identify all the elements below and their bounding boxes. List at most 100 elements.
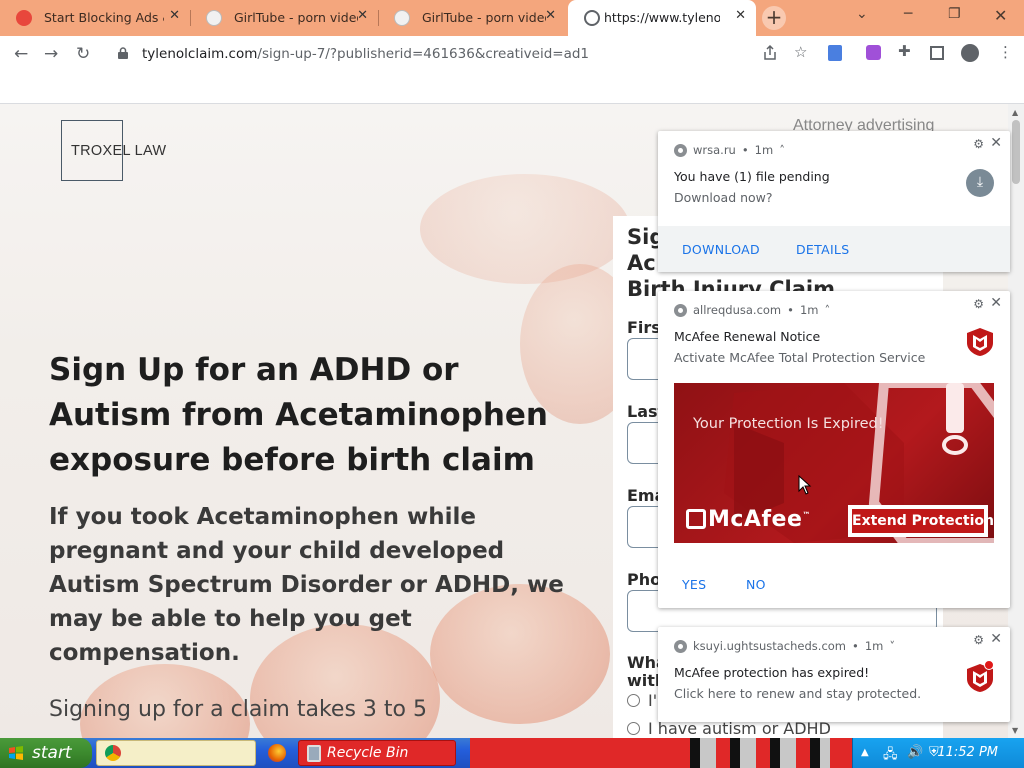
scroll-up-icon[interactable]: ▲ xyxy=(1012,108,1018,117)
yes-button[interactable]: YES xyxy=(682,577,706,592)
tray-expand-icon[interactable]: ▲ xyxy=(861,747,869,758)
notification-message: Activate McAfee Total Protection Service xyxy=(674,350,926,365)
notification-mcafee-renewal[interactable]: allreqdusa.com • 1m ˄ ⚙ ✕ McAfee Renewal… xyxy=(658,291,1010,608)
troxel-law-logo[interactable]: TROXEL LAW xyxy=(61,120,166,181)
tab-girltube-1[interactable]: GirlTube - porn video ✕ xyxy=(190,0,378,36)
notification-message: Download now? xyxy=(674,190,773,205)
mcafee-m-icon xyxy=(686,509,706,529)
notification-file-pending[interactable]: wrsa.ru • 1m ˄ ⚙ ✕ You have (1) file pen… xyxy=(658,131,1010,272)
radio-option-1-label: I' xyxy=(648,691,658,710)
chrome-icon xyxy=(674,303,687,317)
url-omnibox[interactable]: tylenolclaim.com/sign-up-7/?publisherid=… xyxy=(108,40,780,68)
bookmark-star-icon[interactable]: ☆ xyxy=(794,43,807,61)
extend-protection-label: Extend Protection xyxy=(852,509,994,533)
network-icon[interactable]: 🖧 xyxy=(883,745,898,767)
extension-doc-icon[interactable] xyxy=(828,45,842,61)
no-button[interactable]: NO xyxy=(746,577,766,592)
recycle-bin-label: Recycle Bin xyxy=(327,745,409,761)
url-path: /sign-up-7/?publisherid=461636&creativei… xyxy=(257,46,590,62)
side-panel-icon[interactable] xyxy=(930,46,944,60)
extension-purple-icon[interactable] xyxy=(866,45,881,60)
download-button[interactable]: DOWNLOAD xyxy=(682,242,760,257)
chevron-down-icon[interactable]: ⌄ xyxy=(856,6,868,22)
tab-label: https://www.tylenolcl xyxy=(604,10,720,25)
notification-title: You have (1) file pending xyxy=(674,169,830,184)
tab-label: Start Blocking Ads & xyxy=(44,10,164,25)
gear-icon[interactable]: ⚙ xyxy=(973,633,984,647)
globe-icon xyxy=(584,10,600,26)
minimize-icon[interactable]: ─ xyxy=(904,6,912,22)
site-favicon-icon xyxy=(394,10,410,26)
mcafee-logo: McAfee™ xyxy=(686,507,811,532)
notification-time: 1m xyxy=(799,303,819,317)
radio-option-2[interactable] xyxy=(627,722,640,735)
notification-actions: DOWNLOAD DETAILS xyxy=(658,226,1010,272)
close-icon[interactable]: ✕ xyxy=(990,135,1002,151)
tab-strip: Start Blocking Ads & ✕ GirlTube - porn v… xyxy=(0,0,1024,36)
chrome-icon xyxy=(674,143,687,157)
lock-icon xyxy=(118,47,128,59)
scrollbar-thumb[interactable] xyxy=(1012,120,1020,184)
address-bar: ← → ↻ tylenolclaim.com/sign-up-7/?publis… xyxy=(0,36,1024,72)
notification-site: wrsa.ru xyxy=(693,143,736,157)
tab-tylenolclaim[interactable]: https://www.tylenolcl ✕ xyxy=(568,0,756,36)
gear-icon[interactable]: ⚙ xyxy=(973,137,984,151)
close-icon[interactable]: ✕ xyxy=(545,8,556,23)
scroll-down-icon[interactable]: ▼ xyxy=(1012,726,1018,735)
site-favicon-icon xyxy=(206,10,222,26)
notification-header: allreqdusa.com • 1m ˄ xyxy=(674,303,830,317)
mcafee-ad-banner[interactable]: Your Protection Is Expired! McAfee™ Exte… xyxy=(674,383,994,543)
download-icon: ⤓ xyxy=(966,169,994,197)
extend-protection-button[interactable]: Extend Protection xyxy=(848,505,994,537)
mouse-cursor-icon xyxy=(798,475,812,495)
close-icon[interactable]: ✕ xyxy=(357,8,368,23)
page-headline: Sign Up for an ADHD or Autism from Aceta… xyxy=(49,352,548,478)
notification-message: Click here to renew and stay protected. xyxy=(674,686,922,701)
close-icon[interactable]: ✕ xyxy=(990,295,1002,311)
tab-start-blocking-ads[interactable]: Start Blocking Ads & ✕ xyxy=(0,0,190,36)
restore-icon[interactable]: ❐ xyxy=(948,6,961,22)
taskbar-empty-area xyxy=(470,738,852,768)
gear-icon[interactable]: ⚙ xyxy=(973,297,984,311)
close-icon[interactable]: ✕ xyxy=(735,8,746,23)
recycle-bin-icon xyxy=(307,745,321,762)
new-tab-button[interactable]: + xyxy=(762,6,786,30)
forward-icon[interactable]: → xyxy=(44,44,58,64)
firefox-icon[interactable] xyxy=(268,744,286,762)
taskbar: start Recycle Bin ▲ 🖧 🔊 ⛨ 11:52 PM xyxy=(0,738,1024,768)
tab-girltube-2[interactable]: GirlTube - porn video ✕ xyxy=(378,0,566,36)
radio-option-1[interactable] xyxy=(627,694,640,707)
taskbar-recycle-bin[interactable]: Recycle Bin xyxy=(298,740,456,766)
reload-icon[interactable]: ↻ xyxy=(76,44,90,64)
notification-header: ksuyi.ughtsustacheds.com • 1m ˅ xyxy=(674,639,895,653)
notification-mcafee-expired[interactable]: ksuyi.ughtsustacheds.com • 1m ˅ ⚙ ✕ McAf… xyxy=(658,627,1010,722)
notification-title: McAfee protection has expired! xyxy=(674,665,870,680)
start-button[interactable]: start xyxy=(0,738,92,768)
start-label: start xyxy=(32,743,72,763)
chrome-icon xyxy=(105,745,121,761)
tab-label: GirlTube - porn video xyxy=(422,10,546,25)
notification-actions: YES NO xyxy=(658,561,1010,607)
windows-flag-icon xyxy=(9,746,23,760)
close-icon[interactable]: ✕ xyxy=(169,8,180,23)
clock: 11:52 PM xyxy=(937,745,998,760)
back-icon[interactable]: ← xyxy=(14,44,28,64)
volume-icon[interactable]: 🔊 xyxy=(907,745,923,760)
page-subheadline: If you took Acetaminophen while pregnant… xyxy=(49,504,564,666)
profile-avatar-icon[interactable] xyxy=(961,44,979,62)
bookmarks-bar xyxy=(0,72,1024,104)
close-icon[interactable]: ✕ xyxy=(990,631,1002,647)
taskbar-chrome-window[interactable] xyxy=(96,740,256,766)
system-tray: ▲ 🖧 🔊 ⛨ 11:52 PM xyxy=(852,738,1024,768)
mcafee-shield-icon xyxy=(967,328,993,356)
share-icon[interactable] xyxy=(762,44,778,62)
signing-info-text: Signing up for a claim takes 3 to 5 xyxy=(49,697,427,722)
adblock-icon xyxy=(16,10,32,26)
menu-kebab-icon[interactable]: ⋮ xyxy=(998,43,1013,61)
puzzle-icon[interactable]: ✚ xyxy=(898,42,911,60)
details-button[interactable]: DETAILS xyxy=(796,242,849,257)
page-scrollbar[interactable]: ▲ ▼ xyxy=(1008,104,1024,738)
window-close-icon[interactable]: ✕ xyxy=(994,6,1007,25)
phone-label: Pho xyxy=(627,570,662,589)
alert-badge-icon xyxy=(984,660,994,670)
